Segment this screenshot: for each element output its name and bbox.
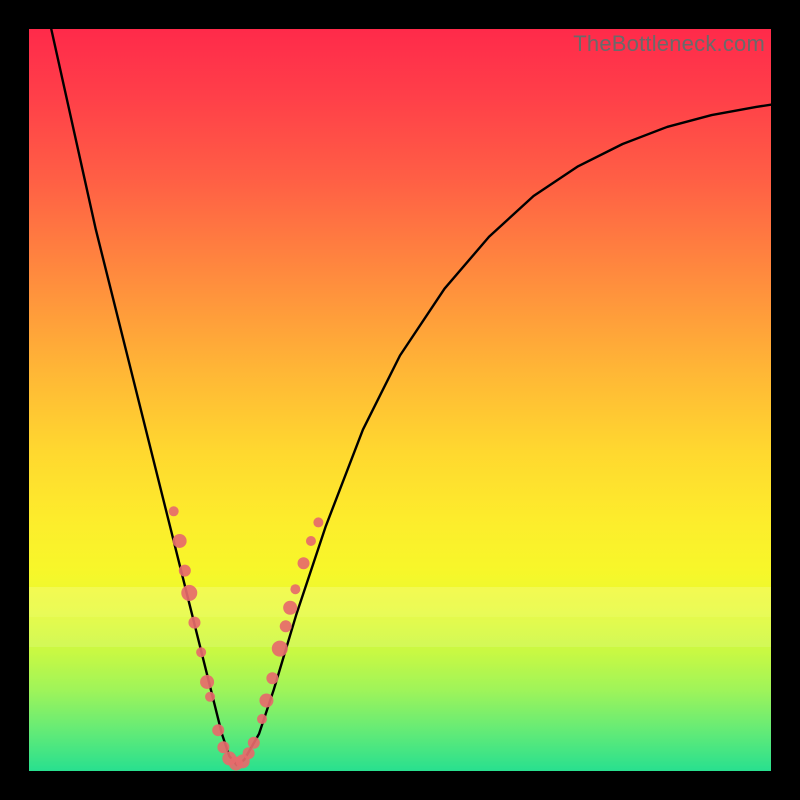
data-point [290,584,300,594]
data-point [266,672,278,684]
data-point [217,741,229,753]
data-point [212,724,224,736]
data-point [243,747,255,759]
data-point [179,565,191,577]
data-point [272,641,288,657]
chart-plot-area: TheBottleneck.com [29,29,771,771]
data-point [188,617,200,629]
data-point [313,517,323,527]
data-point [200,675,214,689]
data-point [306,536,316,546]
data-point [283,601,297,615]
data-point [181,585,197,601]
data-point [280,620,292,632]
data-point [196,647,206,657]
data-point [259,694,273,708]
bottleneck-curve [51,29,771,765]
data-point [173,534,187,548]
data-point [205,692,215,702]
data-point [169,506,179,516]
data-point [248,737,260,749]
data-point [298,557,310,569]
data-point [257,714,267,724]
chart-svg [29,29,771,771]
